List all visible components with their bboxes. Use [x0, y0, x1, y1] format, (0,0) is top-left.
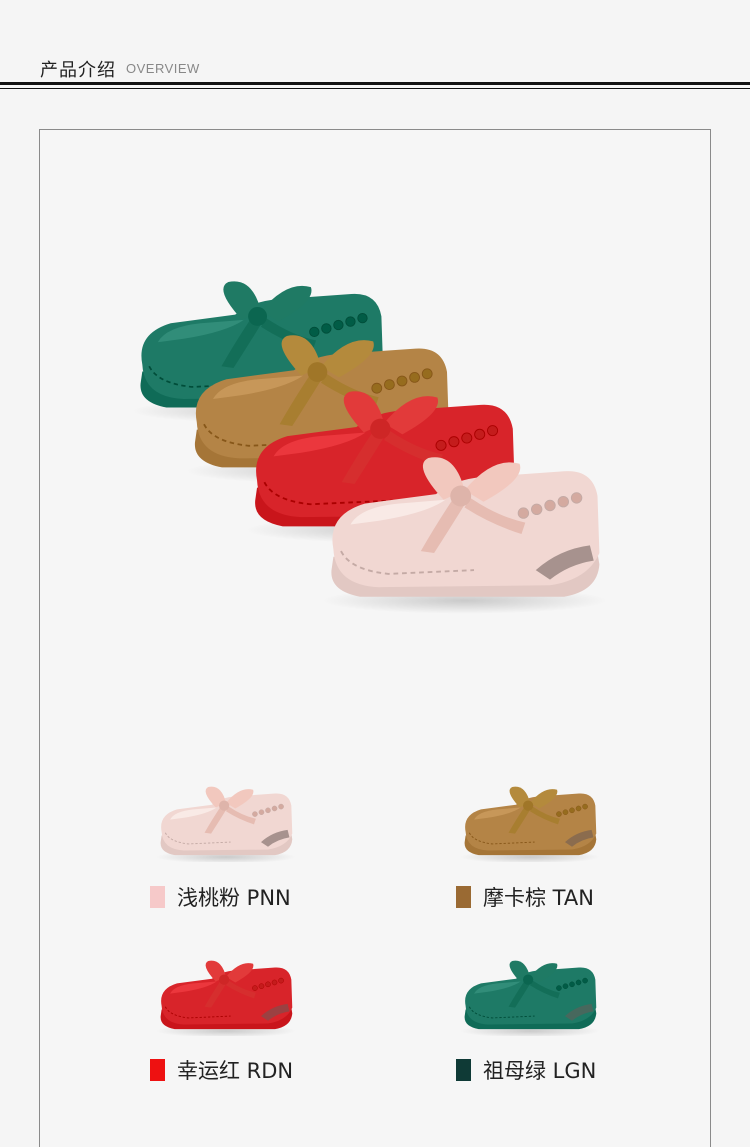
variant-shoe-thumbnail[interactable] [460, 956, 600, 1036]
variant-shoe-thumbnail[interactable] [156, 782, 296, 862]
color-name: 幸运红 RDN [177, 1059, 294, 1083]
section-header: 产品介绍 OVERVIEW [0, 0, 750, 90]
color-name: 摩卡棕 TAN [483, 886, 594, 910]
divider-thin [0, 88, 750, 89]
color-swatch [150, 1059, 165, 1081]
divider-thick [0, 82, 750, 85]
section-title: 产品介绍 [40, 60, 116, 81]
color-swatch [150, 886, 165, 908]
variant-shoe-thumbnail[interactable] [460, 782, 600, 862]
color-name: 祖母绿 LGN [483, 1059, 597, 1083]
section-subtitle: OVERVIEW [126, 61, 200, 76]
variant-label-row: 祖母绿 LGN [456, 1055, 596, 1085]
color-name: 浅桃粉 PNN [177, 886, 291, 910]
color-swatch [456, 886, 471, 908]
variant-label-row: 浅桃粉 PNN [150, 882, 291, 912]
color-swatch [456, 1059, 471, 1081]
variant-label-row: 幸运红 RDN [150, 1055, 293, 1085]
hero-product-image [132, 281, 607, 614]
variant-shoe-thumbnail[interactable] [156, 956, 296, 1036]
variant-label-row: 摩卡棕 TAN [456, 882, 594, 912]
